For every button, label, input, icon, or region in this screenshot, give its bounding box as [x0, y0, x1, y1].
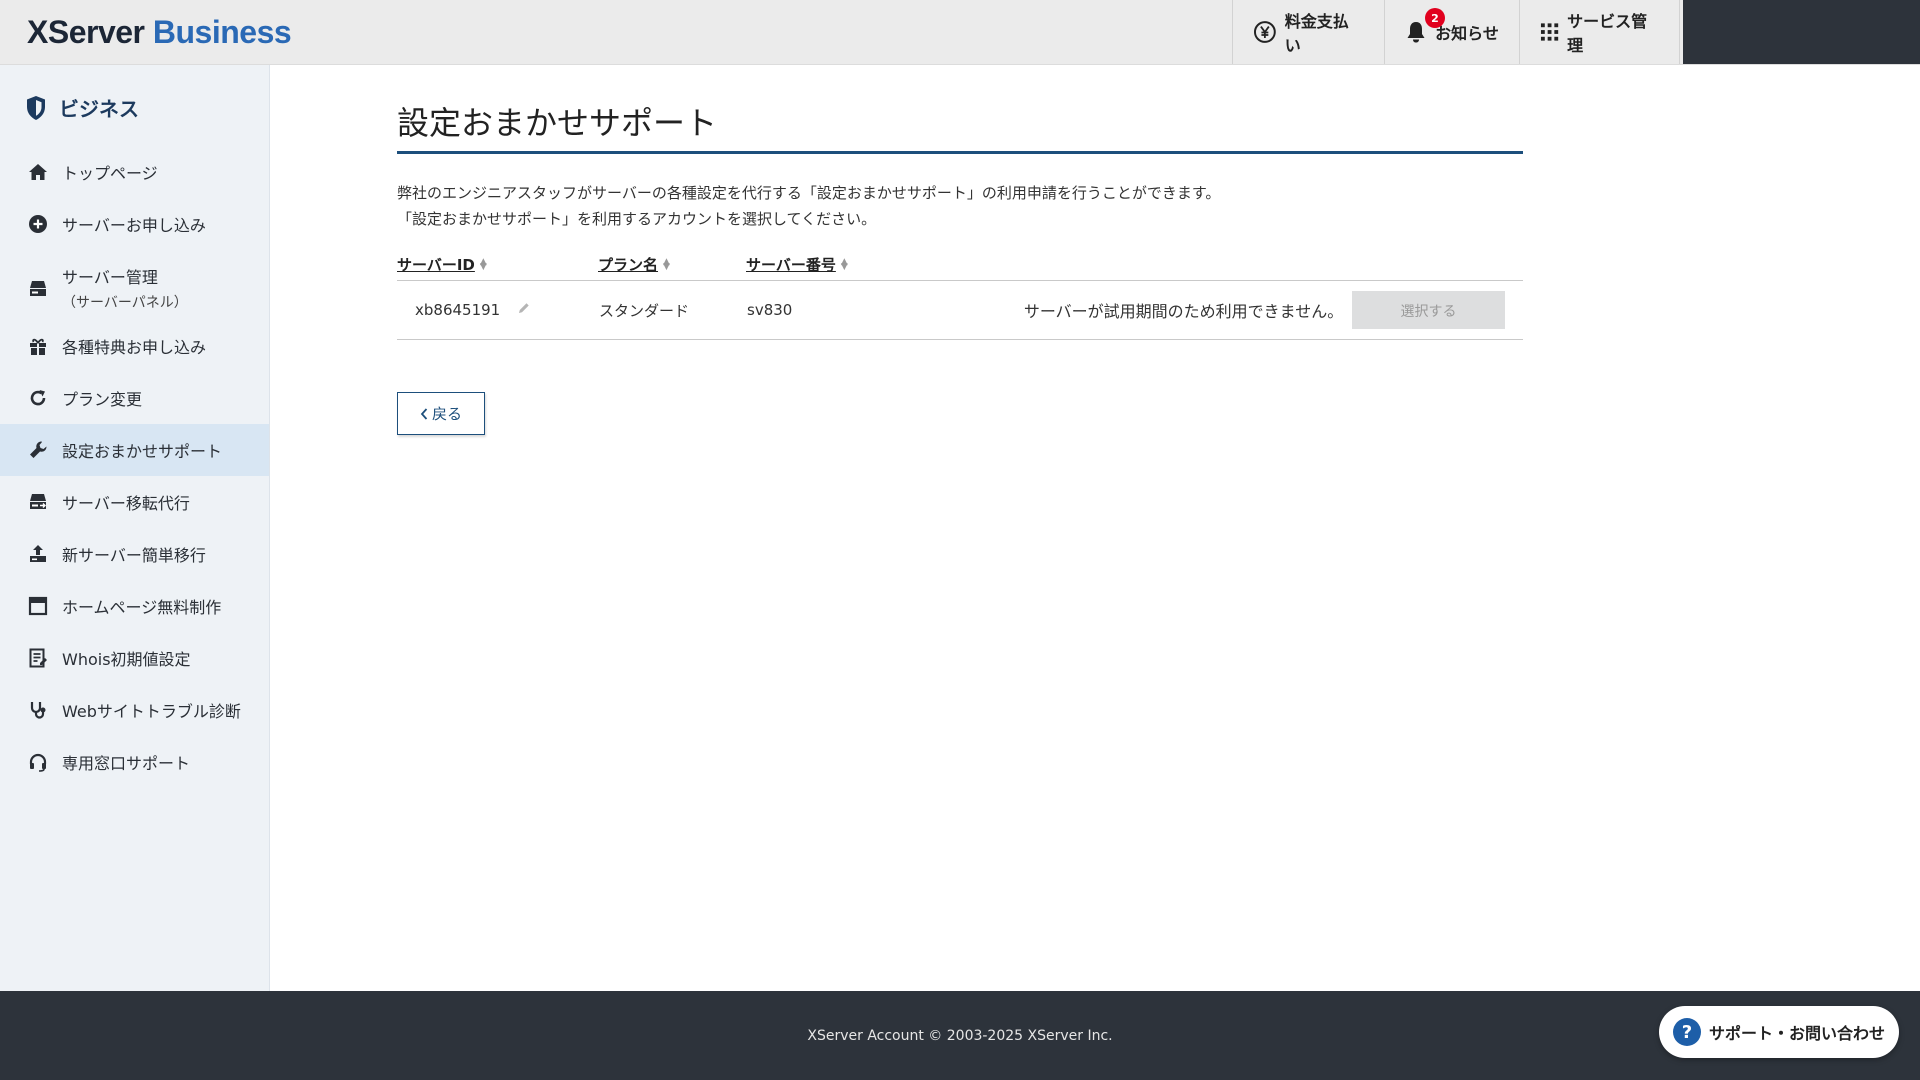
header-account-area[interactable] [1683, 0, 1920, 64]
stethoscope-icon [28, 700, 48, 720]
gift-icon [28, 336, 48, 356]
bell-icon [1407, 22, 1425, 43]
sidebar-item-benefits[interactable]: 各種特典お申し込み [0, 320, 269, 372]
refresh-icon [28, 388, 48, 408]
shield-icon [27, 95, 45, 120]
copyright-text: XServer Account © 2003-2025 XServer Inc. [807, 1027, 1113, 1044]
sidebar-item-setup-support[interactable]: 設定おまかせサポート [0, 424, 269, 476]
table-header-row: サーバーID ▲ ▼ プラン名 ▲ ▼ サーバー番号 ▲ ▼ [397, 252, 1523, 281]
home-icon [28, 162, 48, 182]
unavailable-note: サーバーが試用期間のため利用できません。 [1023, 302, 1344, 321]
sort-header-plan[interactable]: プラン名 ▲ ▼ [598, 252, 746, 281]
server-id-cell: xb8645191 [397, 280, 598, 340]
header-nav: 料金支払い 2 お知らせ サービス管理 [1232, 0, 1680, 64]
question-icon: ? [1672, 1018, 1701, 1046]
table-row: xb8645191 スタンダード sv830 サーバーが試用期間のため利用できま… [397, 280, 1523, 340]
support-contact-button[interactable]: ? サポート・お問い合わせ [1659, 1006, 1899, 1058]
upload-icon [28, 544, 48, 564]
window-icon [28, 596, 48, 616]
sidebar-menu: トップページ サーバーお申し込み サーバー管理 （サーバーパネル） 各種特典お申し… [0, 146, 269, 788]
sort-icon: ▲ ▼ [663, 257, 670, 272]
headset-icon [28, 752, 48, 772]
sidebar-item-site-diagnosis[interactable]: Webサイトトラブル診断 [0, 684, 269, 736]
document-icon [28, 648, 48, 668]
payment-button[interactable]: 料金支払い [1232, 0, 1384, 64]
top-header: XServer Business 料金支払い 2 お知らせ サービス管理 [0, 0, 1920, 65]
sidebar-item-server-order[interactable]: サーバーお申し込み [0, 198, 269, 250]
back-button[interactable]: 戻る [397, 392, 485, 435]
sidebar-item-whois[interactable]: Whois初期値設定 [0, 632, 269, 684]
server-icon [28, 278, 48, 298]
action-cell: サーバーが試用期間のため利用できません。 選択する [888, 280, 1523, 340]
sort-header-server-id[interactable]: サーバーID ▲ ▼ [397, 252, 598, 281]
sidebar-item-free-homepage[interactable]: ホームページ無料制作 [0, 580, 269, 632]
sidebar-item-server-management[interactable]: サーバー管理 （サーバーパネル） [0, 250, 269, 320]
server-move-icon [28, 492, 48, 512]
sidebar-item-server-transfer[interactable]: サーバー移転代行 [0, 476, 269, 528]
xserver-business-logo[interactable]: XServer Business [27, 13, 292, 51]
sidebar-item-top-page[interactable]: トップページ [0, 146, 269, 198]
server-number-cell: sv830 [746, 280, 888, 340]
sidebar-item-plan-change[interactable]: プラン変更 [0, 372, 269, 424]
service-management-button[interactable]: サービス管理 [1519, 0, 1680, 64]
news-count-badge: 2 [1425, 8, 1445, 28]
sidebar-item-easy-migration[interactable]: 新サーバー簡単移行 [0, 528, 269, 580]
sort-icon: ▲ ▼ [479, 257, 487, 272]
news-button[interactable]: 2 お知らせ [1384, 0, 1519, 64]
yen-circle-icon [1253, 21, 1276, 43]
sidebar: ビジネス トップページ サーバーお申し込み サーバー管理 （サーバーパネル） 各種… [0, 65, 270, 991]
server-table: サーバーID ▲ ▼ プラン名 ▲ ▼ サーバー番号 ▲ ▼ xb8645191 スタンダー… [397, 252, 1523, 340]
plan-cell: スタンダード [598, 280, 746, 340]
sort-icon: ▲ ▼ [840, 257, 848, 272]
pencil-icon[interactable] [517, 301, 531, 319]
wrench-icon [28, 440, 48, 460]
page-description: 弊社のエンジニアスタッフがサーバーの各種設定を代行する「設定おまかせサポート」の… [397, 184, 1221, 228]
select-button[interactable]: 選択する [1352, 291, 1505, 329]
main-content: 設定おまかせサポート 弊社のエンジニアスタッフがサーバーの各種設定を代行する「設… [397, 65, 1523, 435]
plus-circle-icon [28, 214, 48, 234]
sidebar-title: ビジネス [25, 93, 139, 122]
grid-icon [1540, 23, 1559, 41]
chevron-left-icon [420, 407, 428, 420]
sort-header-server-number[interactable]: サーバー番号 ▲ ▼ [746, 252, 888, 281]
footer: XServer Account © 2003-2025 XServer Inc. [0, 991, 1920, 1080]
page-title: 設定おまかせサポート [397, 65, 1523, 154]
sidebar-item-dedicated-support[interactable]: 専用窓口サポート [0, 736, 269, 788]
